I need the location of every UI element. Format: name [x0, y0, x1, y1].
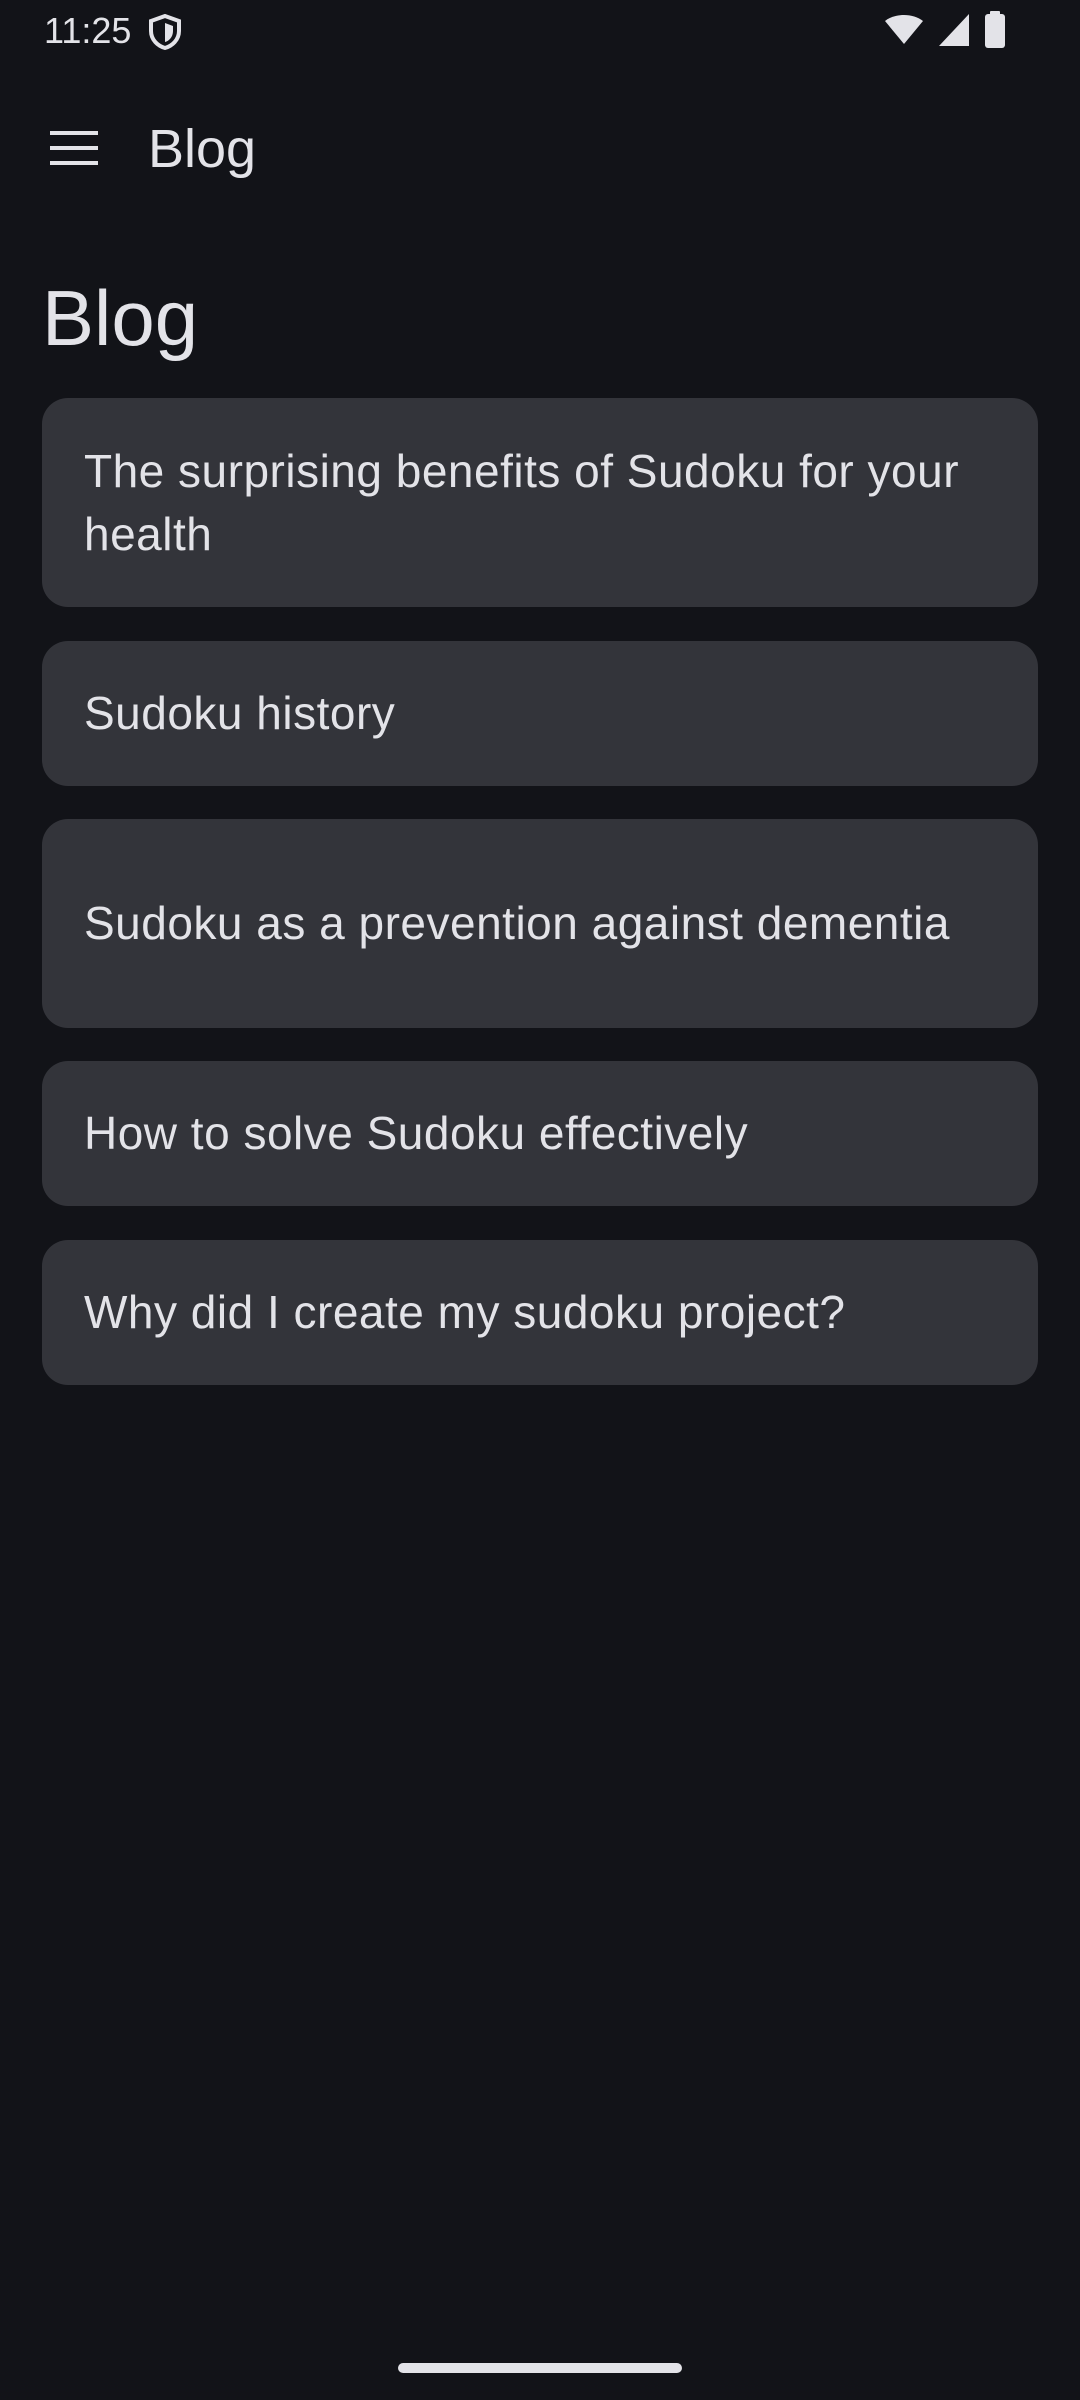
battery-icon: [984, 10, 1006, 54]
blog-post-card[interactable]: Sudoku history: [42, 641, 1038, 786]
shield-icon: [148, 13, 182, 51]
blog-post-card[interactable]: Sudoku as a prevention against dementia: [42, 819, 1038, 1028]
wifi-icon: [884, 14, 924, 51]
blog-post-card[interactable]: How to solve Sudoku effectively: [42, 1061, 1038, 1206]
blog-post-card[interactable]: Why did I create my sudoku project?: [42, 1240, 1038, 1385]
cellular-signal-icon: [938, 13, 970, 52]
gesture-navigation-handle[interactable]: [398, 2363, 682, 2373]
app-bar-title: Blog: [148, 119, 257, 179]
blog-post-title: Why did I create my sudoku project?: [84, 1286, 846, 1338]
blog-post-title: The surprising benefits of Sudoku for yo…: [84, 444, 960, 560]
blog-post-card[interactable]: The surprising benefits of Sudoku for yo…: [42, 398, 1038, 607]
status-time: 11:25: [44, 10, 132, 51]
screen: 11:25 Blog Blog The surprising benefits …: [0, 0, 1080, 2400]
blog-post-title: Sudoku as a prevention against dementia: [84, 897, 950, 949]
status-bar: 11:25: [0, 0, 1080, 62]
blog-post-title: Sudoku history: [84, 687, 396, 739]
navigation-menu-button[interactable]: [34, 110, 114, 190]
status-icons: [884, 10, 1006, 54]
blog-post-title: How to solve Sudoku effectively: [84, 1107, 749, 1159]
hamburger-menu-icon: [50, 130, 98, 170]
top-app-bar: Blog: [0, 78, 1080, 218]
page-title: Blog: [42, 274, 199, 362]
